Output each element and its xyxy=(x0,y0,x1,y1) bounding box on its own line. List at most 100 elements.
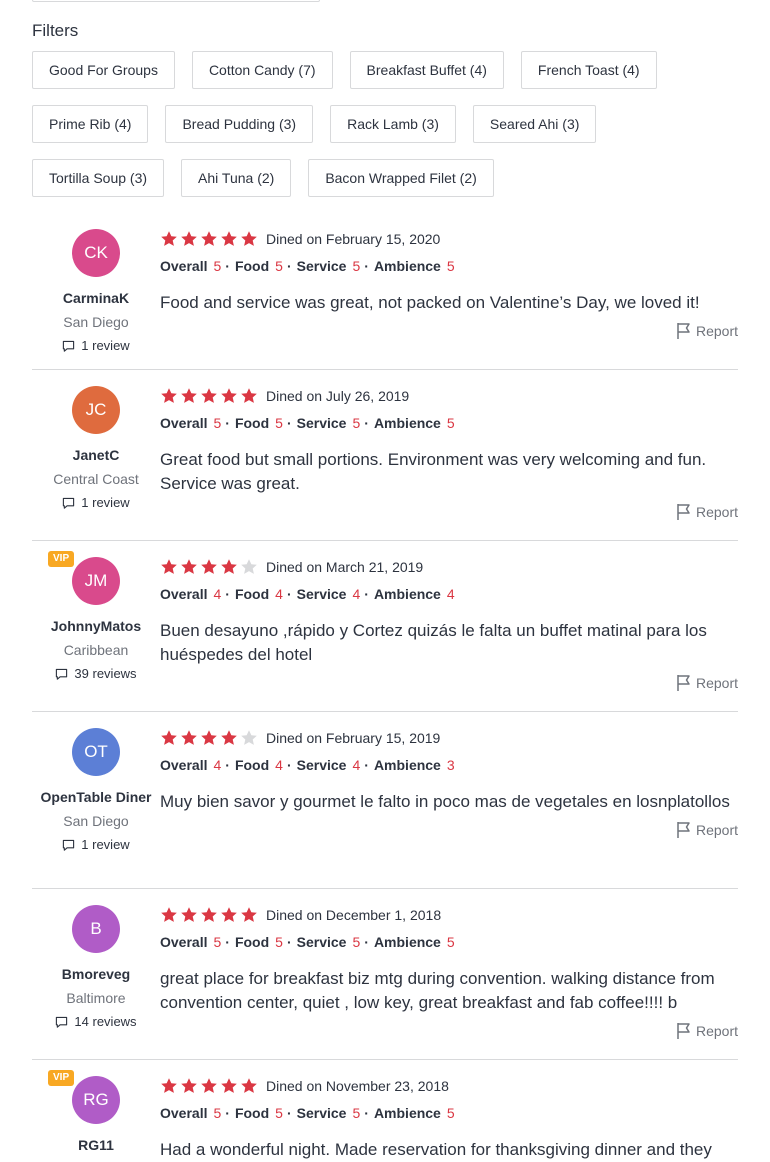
ambience-label: Ambience xyxy=(373,258,441,274)
ambience-value: 4 xyxy=(446,586,455,602)
ambience-label: Ambience xyxy=(373,757,441,773)
filter-chip-tortilla-soup[interactable]: Tortilla Soup (3) xyxy=(32,159,165,197)
star-icon xyxy=(201,730,217,745)
filter-chip-rack-lamb[interactable]: Rack Lamb (3) xyxy=(330,105,456,143)
ambience-value: 3 xyxy=(446,757,455,773)
star-icon xyxy=(201,388,217,403)
service-value: 5 xyxy=(352,415,361,431)
filter-chip-seared-ahi[interactable]: Seared Ahi (3) xyxy=(472,105,597,143)
star-icon xyxy=(221,559,237,574)
review-count: 14 reviews xyxy=(32,1012,160,1032)
avatar[interactable]: VIP RG xyxy=(48,1070,120,1124)
star-icon xyxy=(241,907,257,922)
reviewer-name[interactable]: JohnnyMatos xyxy=(32,616,160,636)
star-icon xyxy=(241,388,257,403)
reviewer-location: Central Coast xyxy=(53,471,139,487)
star-rating xyxy=(160,387,258,405)
star-icon xyxy=(241,559,257,574)
comment-icon xyxy=(56,1016,68,1028)
reviewer: OT OpenTable Diner San Diego 1 review xyxy=(32,728,160,855)
star-icon xyxy=(201,1078,217,1093)
review-text: great place for breakfast biz mtg during… xyxy=(160,969,715,1012)
star-icon xyxy=(221,907,237,922)
filter-chip-breakfast-buffet[interactable]: Breakfast Buffet (4) xyxy=(349,51,504,89)
flag-icon xyxy=(677,822,690,838)
star-rating xyxy=(160,906,258,924)
report-label: Report xyxy=(695,822,738,838)
comment-icon xyxy=(56,668,68,680)
star-icon xyxy=(181,559,197,574)
dined-date: Dined on March 21, 2019 xyxy=(266,559,424,575)
avatar[interactable]: JC xyxy=(72,386,120,434)
star-icon xyxy=(161,559,177,574)
food-label: Food xyxy=(234,586,270,602)
filter-chip-good-for-groups[interactable]: Good For Groups xyxy=(32,51,175,89)
filters-title: Filters xyxy=(32,21,79,40)
filter-chip-bacon-wrapped-filet[interactable]: Bacon Wrapped Filet (2) xyxy=(308,159,494,197)
avatar[interactable]: CK xyxy=(72,229,120,277)
reviewer-location: Baltimore xyxy=(66,990,126,1006)
filter-chip-french-toast[interactable]: French Toast (4) xyxy=(520,51,657,89)
review-text: Buen desayuno ,rápido y Cortez quizás le… xyxy=(160,621,707,664)
star-icon xyxy=(221,388,237,403)
report-button[interactable]: Report xyxy=(676,1022,738,1040)
food-value: 5 xyxy=(275,415,283,431)
star-icon xyxy=(181,730,197,745)
avatar[interactable]: OT xyxy=(72,728,120,776)
star-icon xyxy=(161,1078,177,1093)
service-value: 5 xyxy=(352,934,361,950)
food-value: 4 xyxy=(275,586,283,602)
star-icon xyxy=(221,730,237,745)
flag-icon xyxy=(677,504,690,520)
review-count-text: 1 review xyxy=(81,338,130,353)
filter-chip-ahi-tuna[interactable]: Ahi Tuna (2) xyxy=(181,159,292,197)
comment-icon xyxy=(63,839,75,851)
star-icon xyxy=(161,388,177,403)
ambience-value: 5 xyxy=(446,415,455,431)
report-label: Report xyxy=(695,323,738,339)
overall-label: Overall xyxy=(160,586,208,602)
report-button[interactable]: Report xyxy=(676,674,738,692)
dined-date: Dined on July 26, 2019 xyxy=(266,388,410,404)
report-button[interactable]: Report xyxy=(676,322,738,340)
service-value: 4 xyxy=(352,586,361,602)
filter-chip-cotton-candy[interactable]: Cotton Candy (7) xyxy=(191,51,333,89)
review-count: 1 review xyxy=(32,493,160,513)
report-button[interactable]: Report xyxy=(676,503,738,521)
avatar-initials: RG xyxy=(83,1090,109,1109)
avatar[interactable]: VIP JM xyxy=(48,551,120,605)
review-content: Dined on February 15, 2019 Overall 4 · Food 4… xyxy=(160,729,738,814)
dined-date: Dined on February 15, 2019 xyxy=(266,730,441,746)
overall-label: Overall xyxy=(160,934,208,950)
report-label: Report xyxy=(695,675,738,691)
food-label: Food xyxy=(234,1105,270,1121)
sort-dropdown[interactable] xyxy=(32,0,320,2)
review-item: JC JanetC Central Coast 1 review Dined on Ju… xyxy=(32,370,738,541)
avatar-initials: CK xyxy=(84,243,108,262)
avatar-initials: JC xyxy=(85,400,107,419)
filter-chip-prime-rib[interactable]: Prime Rib (4) xyxy=(32,105,149,143)
overall-value: 4 xyxy=(213,586,222,602)
ambience-label: Ambience xyxy=(373,1105,441,1121)
comment-icon xyxy=(63,340,75,352)
rating-breakdown: Overall 5 · Food 5 · Service 5 · Ambience 5 xyxy=(160,258,455,274)
reviewer-name[interactable]: RG11 xyxy=(32,1135,160,1155)
ambience-value: 5 xyxy=(446,258,455,274)
ambience-label: Ambience xyxy=(373,415,441,431)
reviewer-name[interactable]: CarminaK xyxy=(32,288,160,308)
review-content: Dined on February 15, 2020 Overall 5 · Food 5… xyxy=(160,230,738,315)
reviewer-name[interactable]: JanetC xyxy=(32,445,160,465)
flag-icon xyxy=(677,675,690,691)
star-icon xyxy=(181,1078,197,1093)
reviewer-name[interactable]: OpenTable Diner xyxy=(32,787,160,807)
avatar[interactable]: B xyxy=(72,905,120,953)
report-button[interactable]: Report xyxy=(676,821,738,839)
overall-value: 5 xyxy=(213,258,222,274)
rating-breakdown: Overall 4 · Food 4 · Service 4 · Ambience 4 xyxy=(160,586,455,602)
dined-date: Dined on November 23, 2018 xyxy=(266,1078,449,1094)
food-value: 5 xyxy=(275,934,283,950)
filter-chip-bread-pudding[interactable]: Bread Pudding (3) xyxy=(165,105,314,143)
star-icon xyxy=(201,559,217,574)
reviewer: B Bmoreveg Baltimore 14 reviews xyxy=(32,905,160,1032)
reviewer-name[interactable]: Bmoreveg xyxy=(32,964,160,984)
